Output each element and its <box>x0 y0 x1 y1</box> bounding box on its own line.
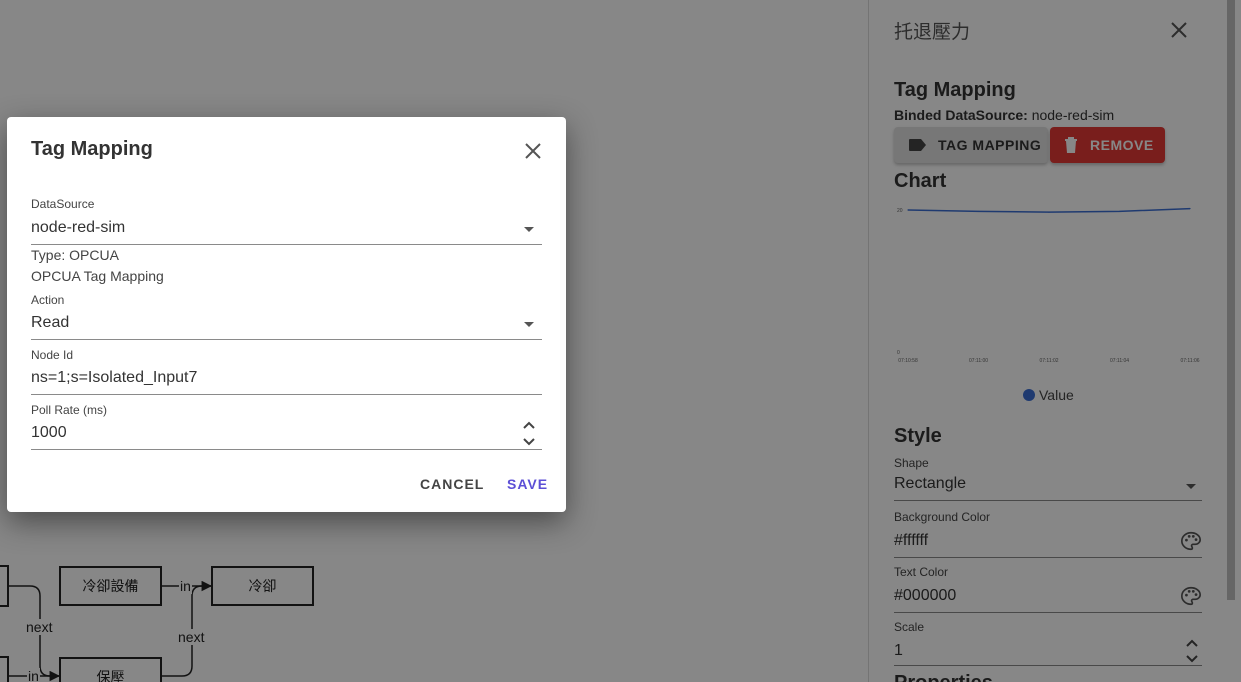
node-id-underline <box>31 394 542 395</box>
action-select[interactable]: Read <box>31 314 69 332</box>
chevron-down-icon[interactable] <box>524 227 534 232</box>
node-id-label: Node Id <box>31 348 74 362</box>
save-button[interactable]: SAVE <box>507 476 548 492</box>
close-icon[interactable] <box>521 139 545 163</box>
poll-rate-input[interactable]: 1000 <box>31 424 67 442</box>
datasource-select[interactable]: node-red-sim <box>31 219 125 237</box>
datasource-label: DataSource <box>31 197 95 211</box>
datasource-type: Type: OPCUA <box>31 247 119 263</box>
dialog-title: Tag Mapping <box>31 138 153 160</box>
datasource-underline <box>31 244 542 245</box>
cancel-button[interactable]: CANCEL <box>420 476 484 492</box>
poll-rate-label: Poll Rate (ms) <box>31 403 108 417</box>
action-label: Action <box>31 293 65 307</box>
poll-rate-underline <box>31 449 542 450</box>
tag-mapping-dialog: Tag Mapping DataSource node-red-sim Type… <box>7 117 566 512</box>
number-stepper[interactable] <box>522 419 536 449</box>
action-underline <box>31 339 542 340</box>
chevron-down-icon[interactable] <box>524 322 534 327</box>
node-id-input[interactable]: ns=1;s=Isolated_Input7 <box>31 369 197 387</box>
mapping-subtitle: OPCUA Tag Mapping <box>31 268 164 284</box>
